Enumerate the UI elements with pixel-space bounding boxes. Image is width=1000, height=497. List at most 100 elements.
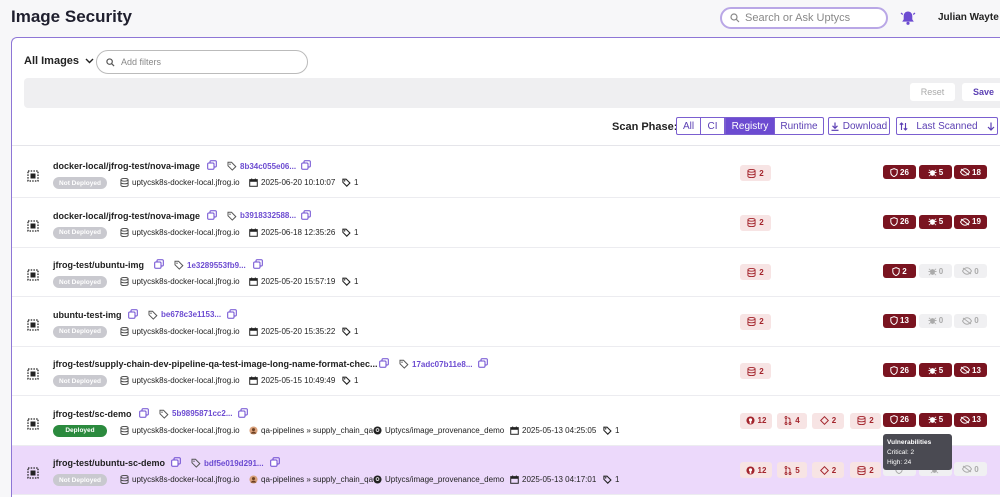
secrets-badge[interactable]: 13 <box>954 363 987 377</box>
malware-badge[interactable]: 5 <box>919 165 952 179</box>
image-name[interactable]: ubuntu-test-img <box>53 310 121 320</box>
copy-digest-icon[interactable] <box>252 259 263 269</box>
image-name[interactable]: jfrog-test/ubuntu-img <box>53 260 144 270</box>
vulnerabilities-badge[interactable]: 2 <box>883 264 916 278</box>
copy-digest-icon[interactable] <box>226 308 237 319</box>
copy-digest-icon[interactable] <box>269 457 280 467</box>
image-name[interactable]: jfrog-test/ubuntu-sc-demo <box>53 458 165 468</box>
copy-digest-icon[interactable] <box>477 358 488 368</box>
vulnerabilities-badge[interactable]: 26 <box>883 412 916 427</box>
malware-badge[interactable]: 0 <box>919 264 952 278</box>
image-digest[interactable]: 8b34c055e06... <box>227 161 296 171</box>
github-alert-icon <box>745 416 755 425</box>
global-search[interactable] <box>720 7 888 29</box>
reset-button[interactable]: Reset <box>910 83 955 101</box>
image-name[interactable]: jfrog-test/sc-demo <box>53 409 132 419</box>
image-digest[interactable]: 1e3289553fb9... <box>174 260 246 270</box>
tag-count-text: 1 <box>354 178 359 187</box>
storage-chip[interactable]: 2 <box>740 214 771 231</box>
copy-name-icon[interactable] <box>154 259 164 269</box>
image-row[interactable]: jfrog-test/supply-chain-dev-pipeline-qa-… <box>12 347 1000 396</box>
image-name[interactable]: docker-local/jfrog-test/nova-image <box>53 161 200 171</box>
image-row[interactable]: jfrog-test/ubuntu-sc-demo bdf5e019d291...… <box>12 446 1000 495</box>
risk-chip[interactable]: 2 <box>812 412 844 429</box>
copy-digest-icon[interactable] <box>237 407 248 418</box>
vulnerabilities-badge[interactable]: 26 <box>883 363 916 377</box>
storage-chip[interactable]: 2 <box>740 313 771 330</box>
registry: uptycsk8s-docker-local.jfrog.io <box>120 475 240 484</box>
vulnerabilities-badge[interactable]: 13 <box>883 313 916 328</box>
pipeline-avatar <box>249 475 258 484</box>
image-icon <box>27 368 39 380</box>
image-digest[interactable]: be678c3e1153... <box>148 310 221 320</box>
copy-digest-icon[interactable] <box>301 209 311 220</box>
search-input[interactable] <box>745 12 885 24</box>
user-name[interactable]: Julian Wayte <box>938 12 999 23</box>
image-selector[interactable]: All Images <box>24 55 94 67</box>
copy-name-icon[interactable] <box>139 407 149 418</box>
calendar-icon <box>249 227 258 237</box>
copy-name-icon[interactable] <box>171 457 181 467</box>
image-digest[interactable]: bdf5e019d291... <box>191 458 264 468</box>
image-selector-label: All Images <box>24 55 80 67</box>
git-findings-chip[interactable]: 12 <box>740 462 772 478</box>
git-findings-chip[interactable]: 12 <box>740 412 772 429</box>
storage-chip[interactable]: 2 <box>740 264 771 280</box>
sort-last-scanned-button[interactable]: Last Scanned <box>896 117 998 135</box>
deployment-status-badge: Not Deployed <box>53 375 107 387</box>
image-digest[interactable]: 5b9895871cc2... <box>159 409 233 419</box>
phase-ci-tab[interactable]: CI <box>701 117 725 135</box>
secrets-badge[interactable]: 0 <box>954 462 987 476</box>
copy-name-icon[interactable] <box>207 160 217 170</box>
secrets-badge[interactable]: 18 <box>954 165 987 179</box>
notification-bell-icon[interactable] <box>900 10 916 26</box>
download-button[interactable]: Download <box>828 117 890 135</box>
copy-digest-icon[interactable] <box>301 160 311 170</box>
image-row[interactable]: ubuntu-test-img be678c3e1153... Not Deploy… <box>12 298 1000 347</box>
image-digest[interactable]: b3918332588... <box>227 211 296 221</box>
image-row[interactable]: docker-local/jfrog-test/nova-image b39183… <box>12 199 1000 248</box>
secrets-badge[interactable]: 13 <box>954 412 987 427</box>
storage-chip[interactable]: 2 <box>850 462 881 478</box>
secrets-badge[interactable]: 19 <box>954 214 987 229</box>
storage-chip[interactable]: 2 <box>740 165 771 181</box>
database-icon <box>747 267 756 277</box>
filter-box[interactable] <box>96 50 308 74</box>
image-name[interactable]: jfrog-test/supply-chain-dev-pipeline-qa-… <box>53 359 378 369</box>
pr-findings-chip[interactable]: 4 <box>777 412 807 429</box>
phase-runtime-tab[interactable]: Runtime <box>775 117 824 135</box>
scan-date-text: 2025-05-13 04:17:01 <box>522 475 597 484</box>
pipeline-avatar <box>249 425 258 435</box>
pr-findings-chip[interactable]: 5 <box>777 462 807 478</box>
image-row[interactable]: jfrog-test/sc-demo 5b9895871cc2... Deploye… <box>12 397 1000 446</box>
vulnerabilities-badge[interactable]: 26 <box>883 165 916 179</box>
secrets-badge[interactable]: 0 <box>954 313 987 328</box>
filter-input[interactable] <box>121 57 291 67</box>
malware-badge[interactable]: 0 <box>919 313 952 328</box>
more-menu-icon[interactable]: ⋮ <box>996 11 1000 24</box>
malware-badge[interactable]: 5 <box>919 363 952 377</box>
copy-name-icon[interactable] <box>207 209 217 220</box>
copy-name-icon[interactable] <box>128 308 138 319</box>
image-row[interactable]: jfrog-test/ubuntu-img 1e3289553fb9... Not … <box>12 248 1000 297</box>
secrets-badge-count: 13 <box>972 365 981 375</box>
image-name[interactable]: docker-local/jfrog-test/nova-image <box>53 211 200 221</box>
risk-chip[interactable]: 2 <box>812 462 844 478</box>
database-icon <box>747 317 756 326</box>
eye-off-icon <box>960 168 971 176</box>
tag-count-text: 1 <box>615 475 620 484</box>
malware-badge[interactable]: 5 <box>919 214 952 229</box>
secrets-badge-count: 19 <box>972 217 981 226</box>
storage-chip[interactable]: 2 <box>740 363 771 379</box>
copy-name-icon[interactable] <box>379 358 389 368</box>
malware-badge[interactable]: 5 <box>919 412 952 427</box>
secrets-badge[interactable]: 0 <box>954 264 987 278</box>
image-digest[interactable]: 17adc07b11e8... <box>399 359 473 369</box>
storage-chip[interactable]: 2 <box>850 412 881 429</box>
phase-registry-tab[interactable]: Registry <box>725 117 775 135</box>
image-row[interactable]: docker-local/jfrog-test/nova-image 8b34c0… <box>12 149 1000 198</box>
registry: uptycsk8s-docker-local.jfrog.io <box>120 277 240 286</box>
phase-all-tab[interactable]: All <box>676 117 701 135</box>
vulnerabilities-badge[interactable]: 26 <box>883 214 916 229</box>
save-button[interactable]: Save <box>962 83 1000 101</box>
